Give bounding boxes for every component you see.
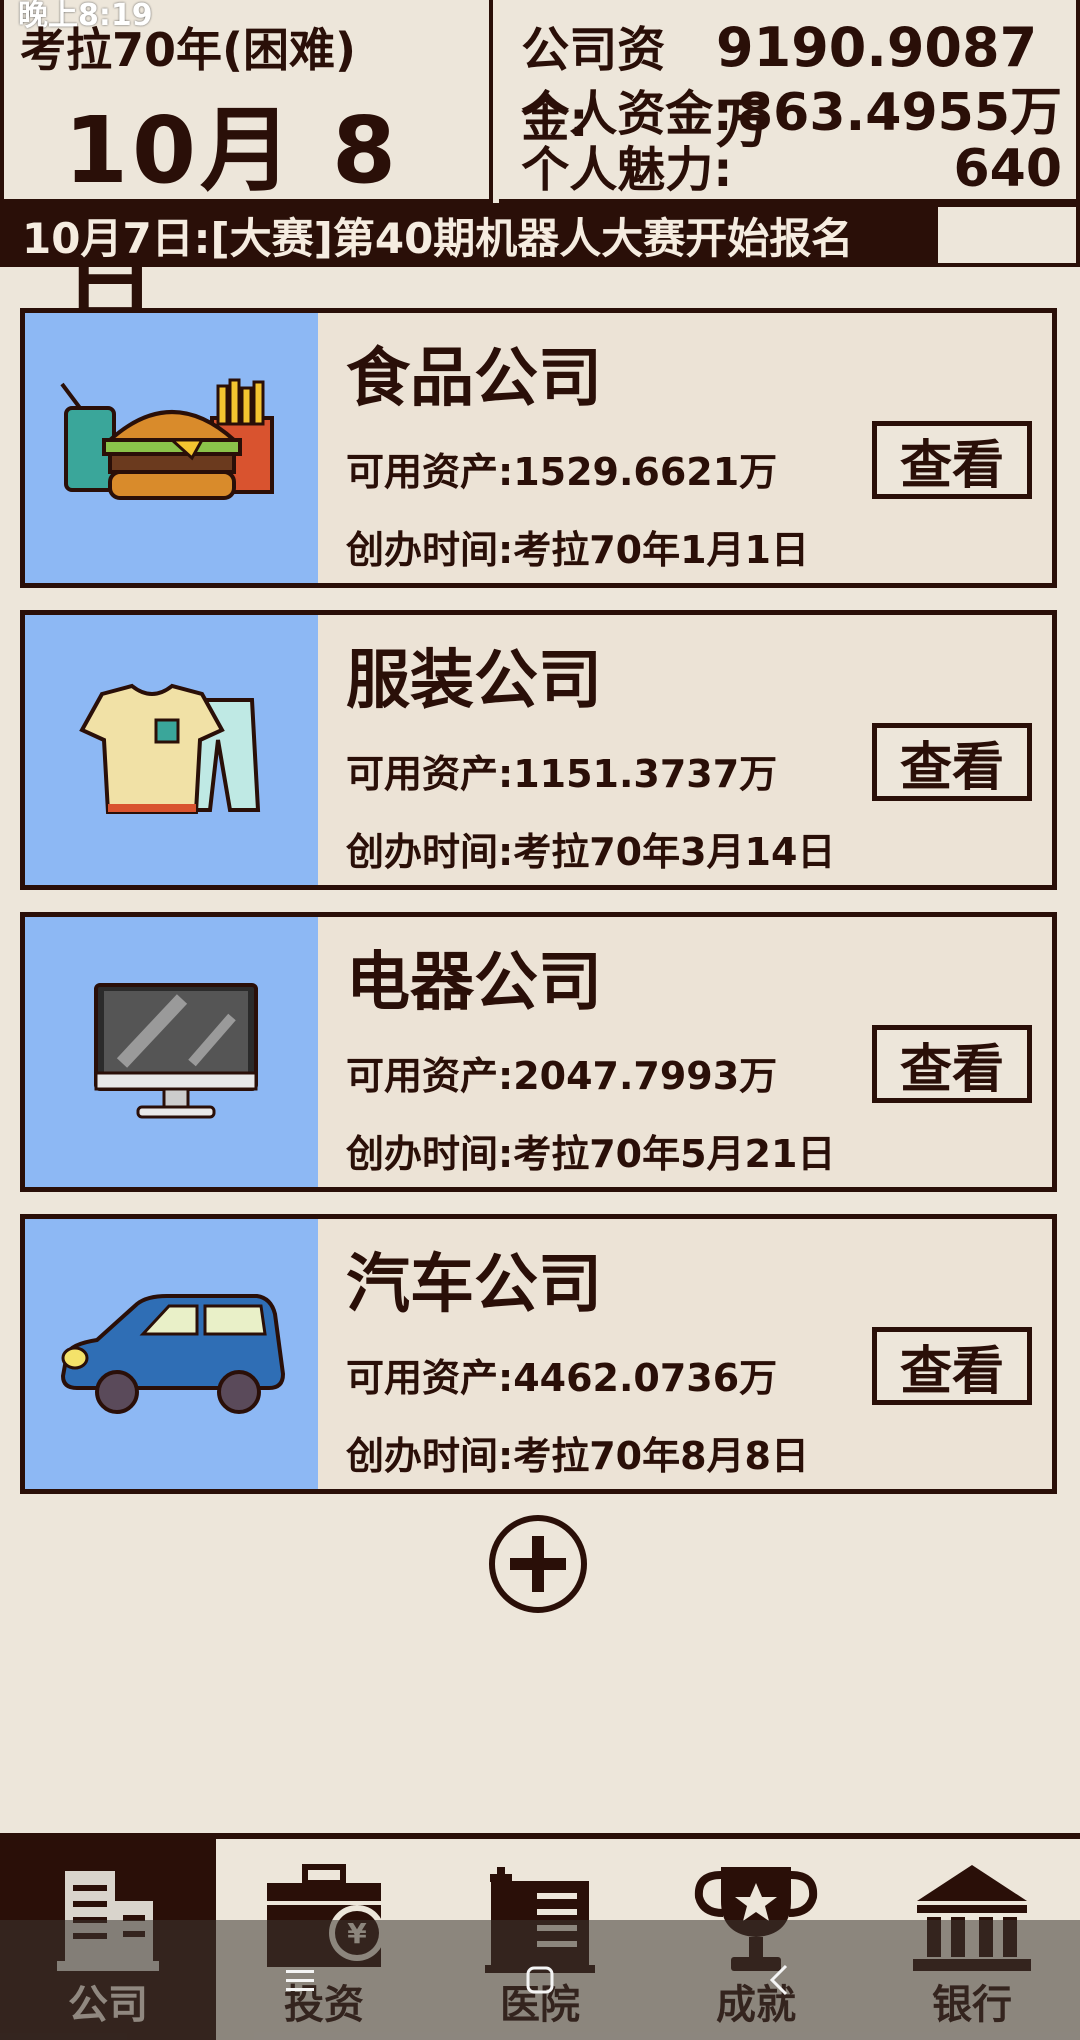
company-card-electronics: 电器公司 可用资产:2047.7993万 创办时间:考拉70年5月21日 查看	[20, 912, 1057, 1192]
funds-panel: 公司资金: 9190.9087万 个人资金: 863.4955万 个人魅力: 6…	[499, 0, 1080, 203]
food-icon	[25, 313, 318, 583]
view-button[interactable]: 查看	[872, 723, 1032, 801]
company-founded: 创办时间:考拉70年1月1日	[346, 528, 809, 572]
company-assets: 可用资产:1529.6621万	[346, 450, 778, 494]
year-label: 考拉70年(困难)	[20, 23, 357, 77]
news-text: 10月7日:[大赛]第40期机器人大赛开始报名	[22, 213, 854, 263]
company-assets: 可用资产:2047.7993万	[346, 1054, 778, 1098]
monitor-icon	[25, 917, 318, 1187]
company-card-body: 食品公司 可用资产:1529.6621万 创办时间:考拉70年1月1日 查看	[318, 313, 1052, 583]
company-founded: 创办时间:考拉70年3月14日	[346, 830, 836, 874]
company-card-car: 汽车公司 可用资产:4462.0736万 创办时间:考拉70年8月8日 查看	[20, 1214, 1057, 1494]
company-assets: 可用资产:4462.0736万	[346, 1356, 778, 1400]
system-nav-bar	[0, 1920, 1080, 2040]
view-button[interactable]: 查看	[872, 421, 1032, 499]
company-card-body: 电器公司 可用资产:2047.7993万 创办时间:考拉70年5月21日 查看	[318, 917, 1052, 1187]
charm-label: 个人魅力:	[521, 142, 733, 198]
company-name: 食品公司	[346, 342, 602, 416]
car-icon	[25, 1219, 318, 1489]
view-button[interactable]: 查看	[872, 1327, 1032, 1405]
home-icon[interactable]	[520, 1960, 560, 2000]
plus-circle-icon	[489, 1515, 587, 1613]
news-ticker-end	[938, 207, 1076, 263]
company-founded: 创办时间:考拉70年8月8日	[346, 1434, 809, 1478]
add-company-button[interactable]	[488, 1514, 588, 1614]
clothing-icon	[25, 615, 318, 885]
company-card-clothing: 服装公司 可用资产:1151.3737万 创办时间:考拉70年3月14日 查看	[20, 610, 1057, 890]
company-name: 汽车公司	[346, 1248, 602, 1322]
company-card-body: 汽车公司 可用资产:4462.0736万 创办时间:考拉70年8月8日 查看	[318, 1219, 1052, 1489]
news-ticker[interactable]: 10月7日:[大赛]第40期机器人大赛开始报名	[0, 203, 1080, 267]
company-card-body: 服装公司 可用资产:1151.3737万 创办时间:考拉70年3月14日 查看	[318, 615, 1052, 885]
header: 晚上8:19 考拉70年(困难) 10月 8 日 公司资金: 9190.9087…	[0, 0, 1080, 337]
company-assets: 可用资产:1151.3737万	[346, 752, 778, 796]
charm-value: 640	[953, 139, 1062, 199]
charm-row: 个人魅力: 640	[521, 130, 1062, 200]
company-name: 服装公司	[346, 644, 602, 718]
company-founded: 创办时间:考拉70年5月21日	[346, 1132, 836, 1176]
menu-icon[interactable]	[280, 1960, 320, 2000]
back-icon[interactable]	[760, 1960, 800, 2000]
company-name: 电器公司	[346, 946, 602, 1020]
company-card-food: 食品公司 可用资产:1529.6621万 创办时间:考拉70年1月1日 查看	[20, 308, 1057, 588]
date-panel: 晚上8:19 考拉70年(困难) 10月 8 日	[0, 0, 494, 337]
view-button[interactable]: 查看	[872, 1025, 1032, 1103]
company-list: 食品公司 可用资产:1529.6621万 创办时间:考拉70年1月1日 查看 服…	[20, 308, 1057, 1516]
